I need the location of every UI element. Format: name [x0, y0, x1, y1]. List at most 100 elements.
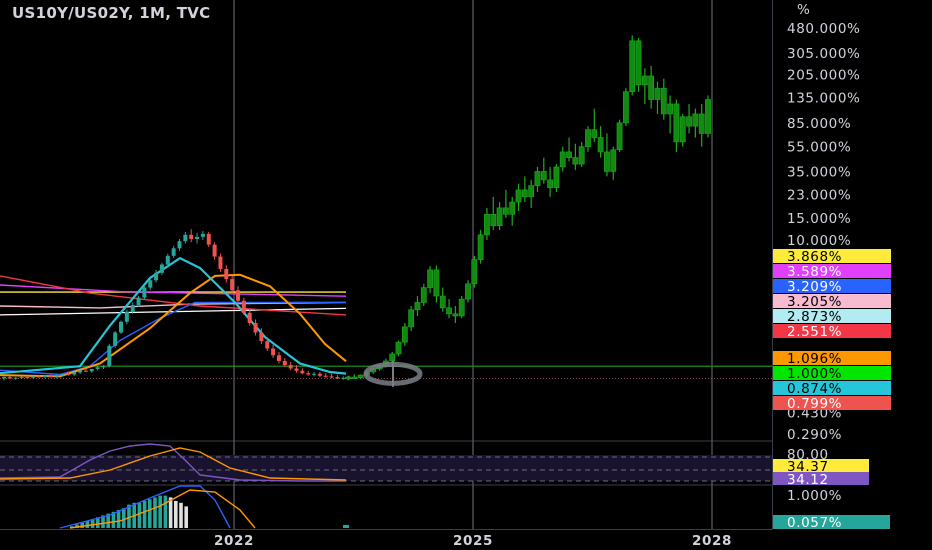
time-tick-label: 2022 [214, 533, 254, 549]
projection-candle-body [698, 113, 705, 134]
candle-body [212, 244, 217, 257]
candle-body [341, 377, 346, 379]
candle-body [60, 373, 65, 376]
histogram-bar [174, 501, 178, 528]
candle-body [19, 377, 24, 379]
candle-body [224, 268, 229, 280]
price-badge-label: 3.205% [787, 294, 842, 310]
oscillator-badge-label: 34.12 [787, 472, 829, 488]
projection-candle-body [604, 151, 610, 172]
projection-candle-body [427, 269, 434, 288]
projection-candle-body [534, 171, 541, 186]
candle-body [13, 377, 18, 379]
candle-body [241, 300, 246, 313]
histogram-bar [116, 510, 121, 528]
candle-body [282, 360, 287, 366]
price-badge-label: 3.209% [787, 279, 842, 295]
histogram-bar [179, 502, 183, 528]
candle-body [276, 355, 281, 361]
projection-candle-body [616, 122, 623, 151]
price-badge-label: 0.799% [787, 396, 842, 412]
candle-body [230, 279, 235, 291]
candle-body [136, 297, 141, 306]
projection-candle-body [408, 309, 415, 328]
oscillator2-badge-label: 0.057% [787, 515, 842, 531]
projection-candle-body [471, 259, 478, 285]
price-badge-label: 1.000% [787, 366, 842, 382]
candle-body [306, 373, 311, 375]
projection-candle-body [414, 302, 421, 311]
projection-candle-body [553, 166, 560, 189]
projection-candle-body [597, 137, 604, 153]
oscillator2-level-label: 1.000% [787, 488, 842, 504]
candle-body [253, 323, 258, 333]
projection-candle-body [490, 214, 497, 226]
candle-body [95, 367, 100, 370]
histogram-bar [163, 495, 168, 528]
candle-body [31, 376, 36, 378]
price-tick-label: 55.000% [787, 140, 851, 156]
histogram-bar [168, 497, 173, 528]
candle-body [177, 241, 182, 249]
chart-canvas[interactable]: % 480.000% 305.000% 205.000% 135.000% 85.000%… [0, 0, 932, 550]
projection-candle-body [439, 295, 446, 309]
projection-candle-body [566, 151, 572, 158]
candle-body [171, 248, 176, 256]
candle-body [271, 348, 276, 356]
projection-candle-body [452, 313, 459, 317]
candle-body [288, 365, 293, 369]
projection-candle-body [484, 214, 490, 236]
candle-body [189, 234, 194, 239]
histogram-bar [142, 501, 147, 528]
projection-candle-body [654, 87, 661, 100]
candle-body [66, 373, 71, 375]
projection-candle-body [572, 157, 579, 165]
candle-body [265, 341, 270, 349]
candle-body [183, 234, 188, 242]
candle-body [329, 376, 334, 378]
candle-body [247, 312, 252, 324]
candle-body [48, 375, 53, 377]
candle-body [113, 332, 118, 346]
projection-candle-body [673, 103, 680, 143]
ma-line-orange [0, 273, 347, 378]
candle-body [148, 280, 153, 288]
price-tick-label: 10.000% [787, 233, 851, 249]
candle-body [236, 290, 240, 301]
candle-body [300, 370, 305, 374]
price-badge-label: 3.868% [787, 249, 842, 265]
projection-candle-body [515, 189, 522, 203]
projection-candle-body [540, 171, 547, 181]
price-badge-label: 2.873% [787, 309, 842, 325]
candle-body [78, 370, 83, 373]
projection-candle-body [446, 307, 452, 315]
price-tick-label: 85.000% [787, 116, 851, 132]
candle-body [259, 332, 264, 342]
histogram-bar [184, 506, 188, 528]
candle-body [25, 377, 30, 379]
candle-body [165, 255, 170, 265]
projection-candle-body [496, 207, 503, 226]
candle-body [107, 345, 112, 367]
projection-candle-body [502, 207, 509, 215]
projection-candle-body [528, 185, 535, 198]
ma-line-cyan [0, 256, 347, 375]
projection-candle-body [547, 179, 554, 189]
time-tick-label: 2025 [453, 533, 493, 549]
projection-candle-body [629, 40, 636, 93]
projection-candle-body [686, 116, 692, 127]
histogram-bar [148, 499, 152, 528]
projection-candle-body [679, 116, 686, 143]
candle-body [101, 366, 106, 368]
projection-candle-body [641, 75, 648, 86]
projection-candle-body [477, 234, 484, 260]
projection-candle-body [705, 99, 711, 134]
candle-body [323, 375, 328, 377]
projection-candle-body [401, 326, 408, 343]
price-tick-label: 305.000% [787, 46, 860, 62]
candle-body [159, 264, 164, 273]
projection-candle-body [585, 129, 591, 147]
price-tick-label: 0.290% [787, 427, 842, 443]
projection-candle-body [610, 149, 617, 172]
histogram-bar [343, 525, 349, 528]
